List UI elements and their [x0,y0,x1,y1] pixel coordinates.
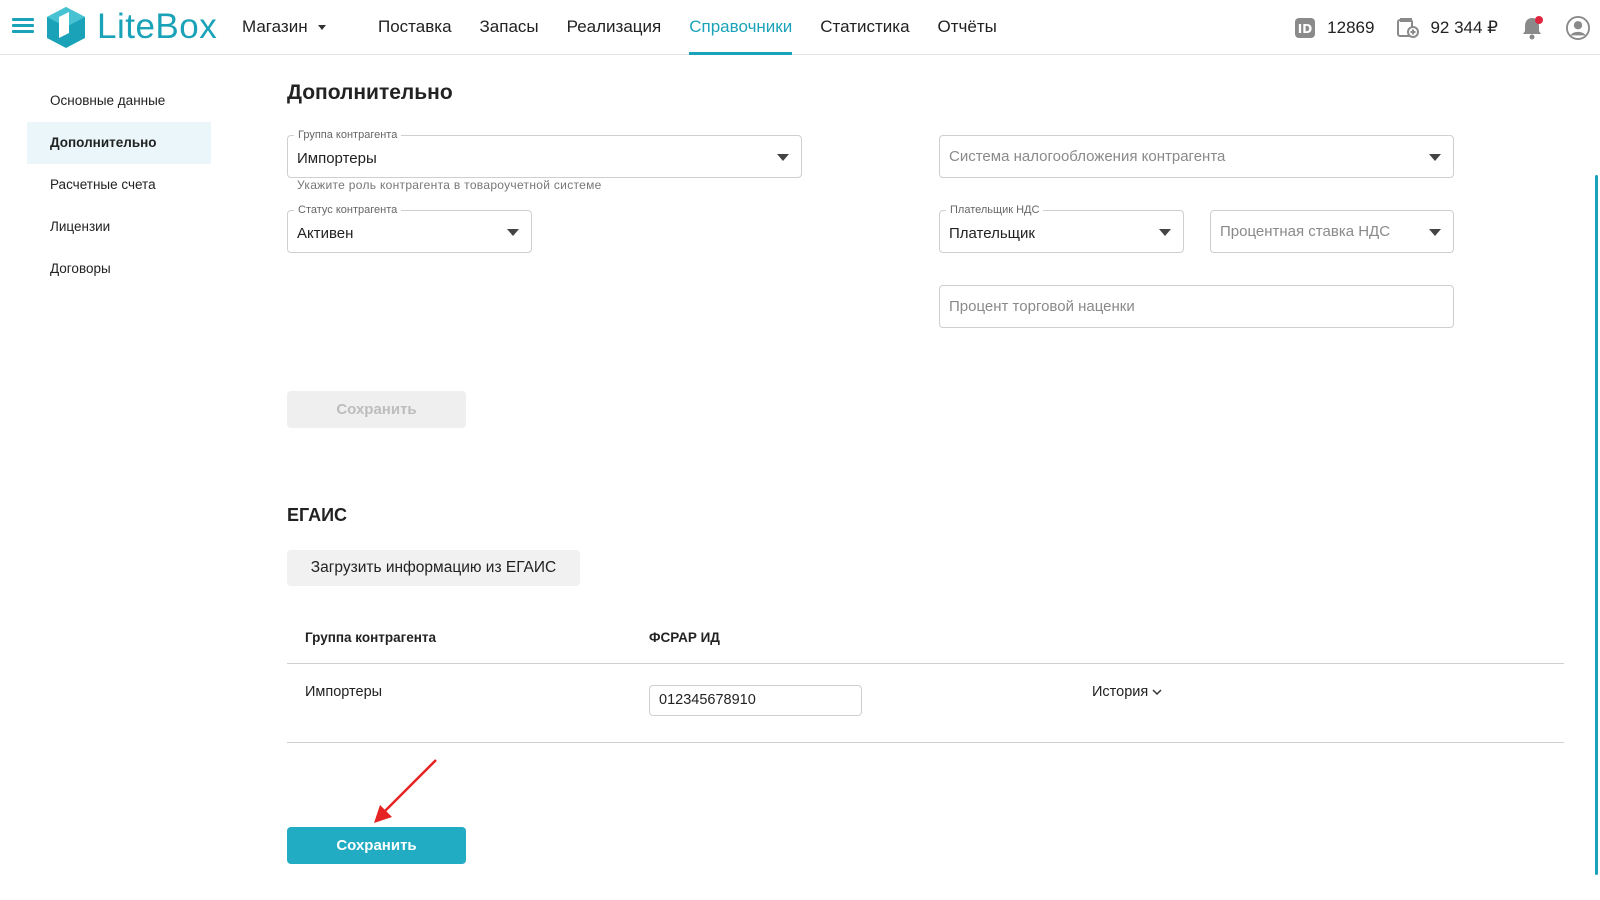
store-selector[interactable]: Магазин [242,17,326,37]
sidebar-item-additional[interactable]: Дополнительно [27,122,211,164]
save-button-disabled[interactable]: Сохранить [287,391,466,428]
litebox-logo-icon [47,7,85,48]
group-hint: Укажите роль контрагента в товароучетной… [297,178,602,192]
markup-input[interactable]: Процент торговой наценки [939,285,1454,328]
dropdown-arrow-icon [1429,229,1441,236]
group-select[interactable]: Группа контрагента Импортеры [287,129,802,178]
column-header-fsrar: ФСРАР ИД [649,630,720,645]
scrollbar[interactable] [1595,175,1598,875]
column-header-group: Группа контрагента [305,630,437,645]
tax-system-select[interactable]: Система налогообложения контрагента [939,135,1454,178]
caret-down-icon [317,24,326,30]
dropdown-arrow-icon [507,229,519,236]
table-divider [287,663,1564,664]
top-bar: LiteBox Магазин Поставка Запасы Реализац… [0,0,1600,55]
wallet-icon[interactable] [1396,16,1420,40]
store-label: Магазин [242,17,308,36]
tax-system-placeholder: Система налогообложения контрагента [949,148,1226,165]
logo[interactable]: LiteBox [45,5,225,49]
logo-text: LiteBox [97,7,218,46]
table-divider [287,742,1564,743]
red-arrow-annotation [374,759,437,823]
save-button[interactable]: Сохранить [287,827,466,864]
nav-item-spravochniki[interactable]: Справочники [689,0,793,55]
row-group-value: Импортеры [305,684,383,700]
vat-rate-placeholder: Процентная ставка НДС [1220,223,1391,240]
dropdown-arrow-icon [1159,229,1171,236]
nav-item-postavka[interactable]: Поставка [378,0,452,55]
sidebar: Основные данные Дополнительно Расчетные … [27,80,211,290]
vat-payer-label: Плательщик НДС [946,204,1044,216]
status-select-label: Статус контрагента [294,204,402,216]
nav-item-zapasy[interactable]: Запасы [480,0,539,55]
status-select-value: Активен [297,225,354,242]
egais-title: ЕГАИС [287,505,348,525]
history-label: История [1092,684,1149,700]
group-select-label: Группа контрагента [294,129,402,141]
user-avatar-icon[interactable] [1566,16,1590,40]
vat-rate-select[interactable]: Процентная ставка НДС [1210,210,1454,253]
dropdown-arrow-icon [1429,154,1441,161]
sidebar-item-accounts[interactable]: Расчетные счета [27,164,211,206]
sidebar-item-contracts[interactable]: Договоры [27,248,211,290]
sidebar-item-main-data[interactable]: Основные данные [27,80,211,122]
notification-dot [1535,16,1543,24]
svg-text:ID: ID [1298,22,1312,36]
load-egais-button[interactable]: Загрузить информацию из ЕГАИС [287,550,580,586]
status-select[interactable]: Статус контрагента Активен [287,204,532,253]
menu-icon[interactable] [12,18,34,34]
fsrar-id-input[interactable]: 012345678910 [649,685,862,716]
main-nav: Поставка Запасы Реализация Справочники С… [378,0,1025,55]
nav-item-otchety[interactable]: Отчёты [938,0,997,55]
page-title: Дополнительно [287,81,453,104]
vat-payer-value: Плательщик [949,225,1035,242]
id-value: 12869 [1327,18,1375,37]
group-select-value: Импортеры [297,150,377,167]
id-icon: ID [1293,16,1317,40]
nav-item-realizatsiya[interactable]: Реализация [567,0,662,55]
history-toggle[interactable]: История [1092,684,1162,700]
markup-placeholder: Процент торговой наценки [949,298,1135,315]
balance-value: 92 344 ₽ [1430,18,1498,37]
nav-item-statistika[interactable]: Статистика [820,0,909,55]
sidebar-item-licenses[interactable]: Лицензии [27,206,211,248]
chevron-down-icon [1152,688,1162,695]
dropdown-arrow-icon [777,154,789,161]
header-right: ID 12869 92 344 ₽ [1293,12,1590,44]
bell-icon[interactable] [1520,16,1544,40]
vat-payer-select[interactable]: Плательщик НДС Плательщик [939,204,1184,253]
